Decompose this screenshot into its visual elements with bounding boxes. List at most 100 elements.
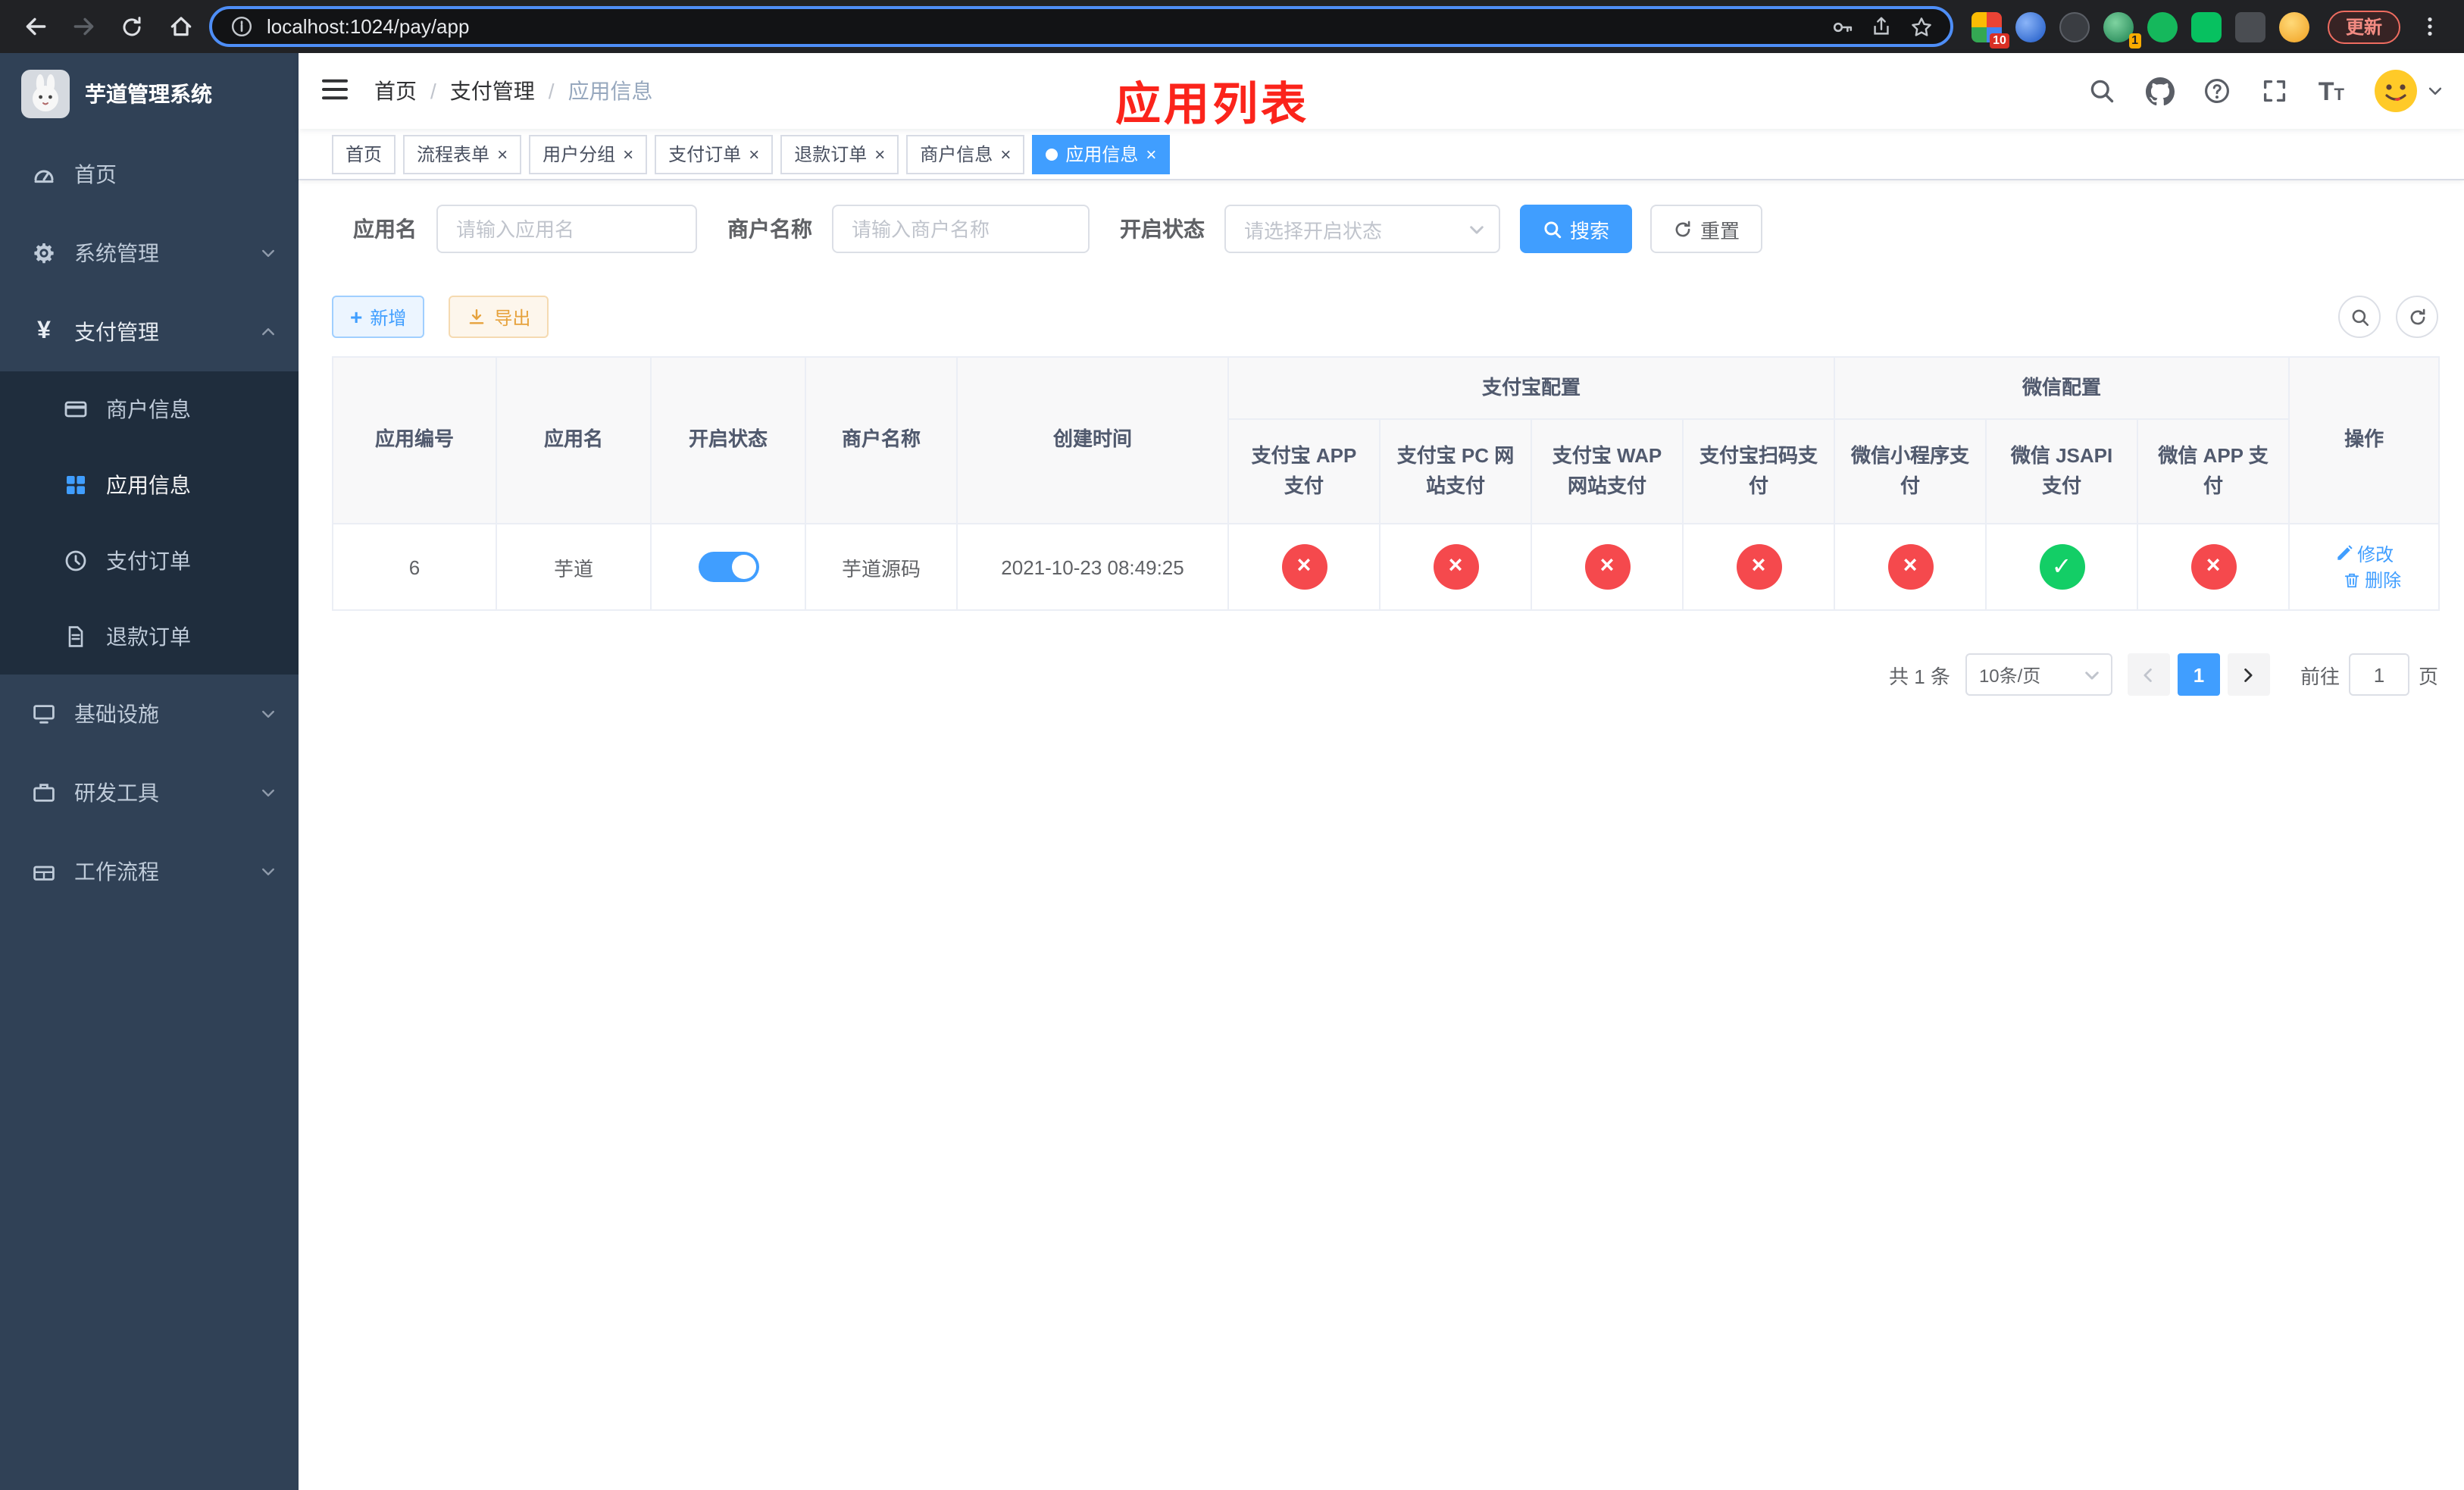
- hamburger-icon[interactable]: [320, 74, 353, 108]
- help-icon[interactable]: [2203, 77, 2232, 105]
- tab-user-group[interactable]: 用户分组 ×: [529, 134, 648, 174]
- sidebar-item-label: 工作流程: [74, 859, 159, 884]
- reload-icon[interactable]: [112, 7, 152, 46]
- sidebar-item-system[interactable]: 系统管理: [0, 214, 299, 293]
- merchant-name-input[interactable]: [832, 205, 1090, 253]
- extension-icon-2[interactable]: [2015, 11, 2046, 42]
- app-name-input[interactable]: [436, 205, 697, 253]
- add-button[interactable]: + 新增: [332, 296, 425, 338]
- bookmark-star-icon[interactable]: [1908, 13, 1935, 40]
- site-info-icon[interactable]: [227, 13, 255, 40]
- breadcrumb-separator: /: [430, 79, 436, 103]
- app-logo: 芋道管理系统: [0, 53, 299, 135]
- cell-app-id: 6: [332, 523, 497, 611]
- extension-badge: 10: [1990, 33, 2009, 48]
- reset-button-label: 重置: [1700, 219, 1740, 242]
- close-icon[interactable]: ×: [1000, 145, 1011, 163]
- breadcrumb-section[interactable]: 支付管理: [450, 76, 535, 106]
- workflow-icon: [32, 859, 56, 884]
- search-icon[interactable]: [2088, 77, 2117, 105]
- status-toggle[interactable]: [698, 552, 758, 582]
- breadcrumb-home[interactable]: 首页: [374, 76, 417, 106]
- forward-icon[interactable]: [64, 7, 103, 46]
- delete-button-label: 删除: [2365, 570, 2402, 591]
- page-size-select[interactable]: 10条/页: [1965, 653, 2112, 696]
- extension-icon-8[interactable]: [2278, 11, 2309, 42]
- extension-icon-6[interactable]: [2190, 11, 2222, 42]
- toggle-search-button[interactable]: [2338, 296, 2381, 338]
- search-button-label: 搜索: [1570, 219, 1610, 242]
- close-icon[interactable]: ×: [497, 145, 508, 163]
- chevron-up-icon: [259, 323, 277, 341]
- tab-payment-orders[interactable]: 支付订单 ×: [655, 134, 774, 174]
- font-size-icon[interactable]: TT: [2319, 78, 2344, 104]
- sidebar-item-payment[interactable]: ¥ 支付管理: [0, 293, 299, 371]
- chevron-down-icon: [2082, 665, 2102, 685]
- home-icon[interactable]: [161, 7, 200, 46]
- url-text[interactable]: localhost:1024/pay/app: [267, 15, 1817, 38]
- prev-page-button[interactable]: [2127, 653, 2170, 696]
- goto-page-input[interactable]: [2348, 653, 2409, 696]
- close-icon[interactable]: ×: [749, 145, 759, 163]
- sidebar-item-dev-tools[interactable]: 研发工具: [0, 753, 299, 832]
- refresh-table-button[interactable]: [2396, 296, 2438, 338]
- sidebar-item-label: 研发工具: [74, 781, 159, 805]
- tab-merchant-info[interactable]: 商户信息 ×: [906, 134, 1025, 174]
- sidebar-item-app-info[interactable]: 应用信息: [0, 447, 299, 523]
- status-select[interactable]: 请选择开启状态: [1224, 205, 1500, 253]
- edit-button[interactable]: 修改: [2334, 540, 2394, 566]
- app-title: 芋道管理系统: [85, 82, 212, 106]
- sidebar-item-payment-orders[interactable]: 支付订单: [0, 523, 299, 599]
- sidebar-item-merchant-info[interactable]: 商户信息: [0, 371, 299, 447]
- reset-button[interactable]: 重置: [1650, 205, 1763, 253]
- github-icon[interactable]: [2145, 77, 2175, 105]
- avatar[interactable]: [2373, 68, 2419, 114]
- next-page-button[interactable]: [2227, 653, 2270, 696]
- column-header-alipay-pc: 支付宝 PC 网站支付: [1379, 418, 1532, 524]
- browser-update-button[interactable]: 更新: [2327, 10, 2400, 43]
- tab-process-form[interactable]: 流程表单 ×: [403, 134, 522, 174]
- tab-home[interactable]: 首页: [332, 134, 396, 174]
- close-icon[interactable]: ×: [1146, 145, 1156, 163]
- sidebar-item-home[interactable]: 首页: [0, 135, 299, 214]
- url-bar[interactable]: localhost:1024/pay/app: [209, 6, 1953, 47]
- back-icon[interactable]: [15, 7, 55, 46]
- goto-unit: 页: [2418, 665, 2438, 687]
- tab-label: 退款订单: [794, 144, 868, 165]
- page-number-1[interactable]: 1: [2177, 653, 2220, 696]
- delete-button[interactable]: 删除: [2342, 567, 2401, 593]
- add-button-label: 新增: [370, 307, 407, 328]
- chevron-down-icon: [259, 784, 277, 802]
- tab-app-info[interactable]: 应用信息 ×: [1032, 134, 1171, 174]
- sidebar-item-workflow[interactable]: 工作流程: [0, 832, 299, 911]
- table-toolbar: + 新增 导出: [332, 296, 2438, 338]
- fullscreen-icon[interactable]: [2261, 77, 2290, 105]
- sidebar-item-refund-orders[interactable]: 退款订单: [0, 599, 299, 675]
- extensions-area: 10 1: [1971, 11, 2309, 48]
- tab-refund-orders[interactable]: 退款订单 ×: [780, 134, 899, 174]
- plus-icon: +: [350, 305, 363, 329]
- sidebar-item-infrastructure[interactable]: 基础设施: [0, 675, 299, 753]
- share-icon[interactable]: [1868, 13, 1896, 40]
- extension-icon-5[interactable]: [2147, 11, 2178, 42]
- toggle-knob: [731, 555, 755, 579]
- close-icon[interactable]: ×: [874, 145, 885, 163]
- browser-menu-icon[interactable]: [2409, 7, 2449, 46]
- sidebar-item-label: 基础设施: [74, 702, 159, 726]
- search-button[interactable]: 搜索: [1520, 205, 1633, 253]
- page-content: 应用名 商户名称 开启状态 请选择开启状态: [299, 180, 2464, 696]
- sidebar-item-label: 支付管理: [74, 320, 159, 344]
- extension-icon-4[interactable]: 1: [2103, 11, 2141, 48]
- password-key-icon[interactable]: [1829, 13, 1856, 40]
- user-menu[interactable]: [2373, 68, 2443, 114]
- caret-down-icon: [2428, 87, 2442, 95]
- extension-icon-7[interactable]: [2234, 11, 2265, 42]
- extension-icon-3[interactable]: [2059, 11, 2090, 42]
- toolbox-icon: [32, 781, 56, 805]
- chevron-down-icon: [259, 705, 277, 723]
- extension-icon-1[interactable]: 10: [1971, 11, 2009, 48]
- tags-view-bar: 首页 流程表单 × 用户分组 × 支付订单 × 退款订单 × 商户信息 × 应用信息 ×: [299, 129, 2464, 180]
- export-button[interactable]: 导出: [449, 296, 549, 338]
- tab-label: 用户分组: [543, 144, 616, 165]
- close-icon[interactable]: ×: [623, 145, 633, 163]
